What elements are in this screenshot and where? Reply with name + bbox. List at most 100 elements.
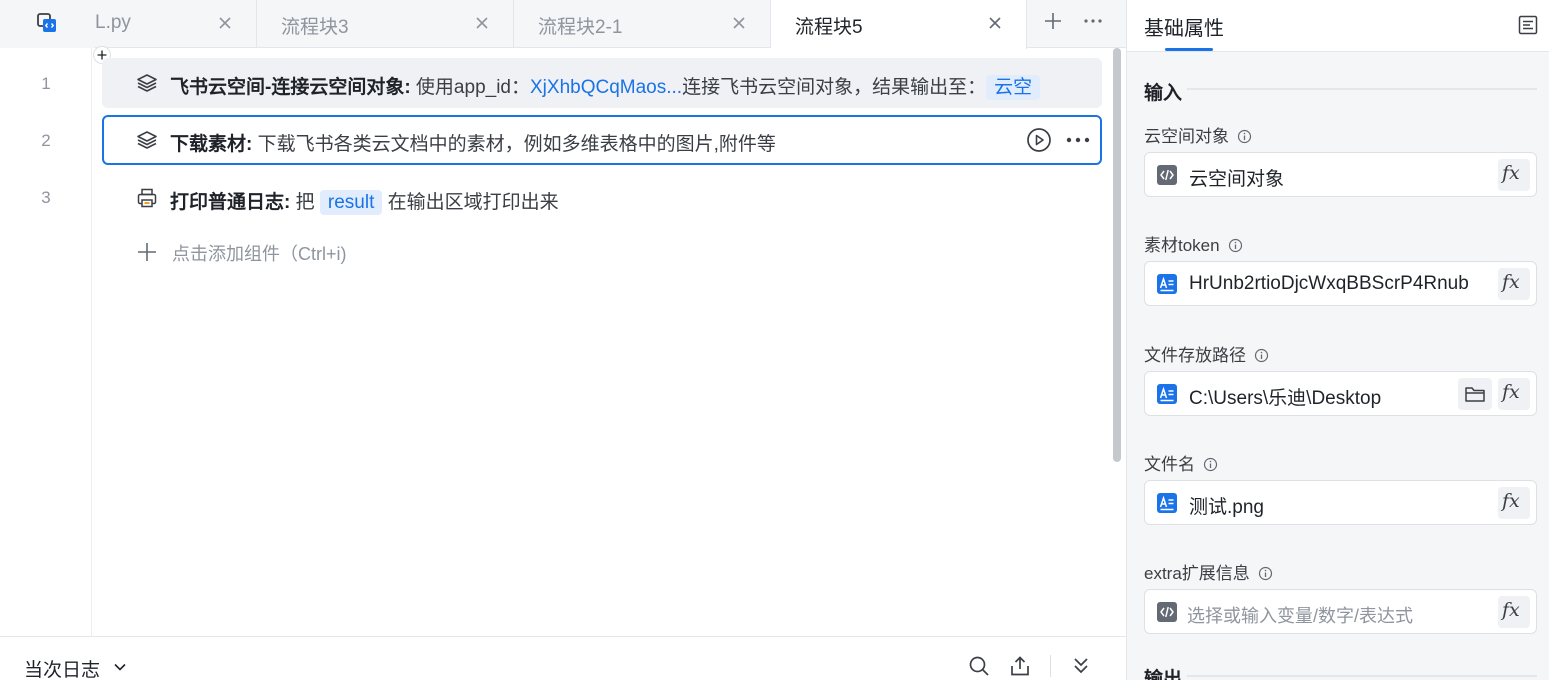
step-description: 打印普通日志: 把 result 在输出区域打印出来: [170, 187, 559, 215]
tab-flow-2-1[interactable]: 流程块2-1: [514, 0, 771, 48]
step-text: 使用app_id：: [410, 77, 530, 98]
tab-flow-5[interactable]: 流程块5: [771, 0, 1027, 49]
tab-label: L.py: [95, 12, 131, 33]
close-icon[interactable]: [986, 14, 1004, 32]
tab-bar-leading: [0, 0, 95, 48]
field-value: HrUnb2rtioDjcWxqBBScrP4Rnub: [1189, 273, 1469, 294]
tab-label: 流程块2-1: [538, 17, 623, 38]
prop-label-cloud-object: 云空间对象: [1144, 122, 1252, 147]
fx-button[interactable]: fx: [1498, 596, 1530, 628]
flow-file-icon[interactable]: [36, 12, 58, 34]
app-window: L.py 流程块3 流程块2-1 流程块5 1 2 3 飞书云空间-连接云空间对…: [0, 0, 1549, 680]
line-number: 2: [41, 131, 51, 150]
prop-label-material-token: 素材token: [1144, 231, 1243, 256]
prop-label-extra-info: extra扩展信息: [1144, 559, 1273, 584]
prop-label-text: 文件存放路径: [1144, 346, 1246, 365]
plus-icon: [138, 243, 156, 261]
tab-l-py[interactable]: L.py: [95, 0, 257, 48]
result-variable-chip[interactable]: result: [319, 190, 383, 215]
folder-icon: [1465, 387, 1485, 402]
output-section-title: 输出: [1144, 669, 1183, 680]
line-number: 3: [41, 188, 51, 207]
line-number: 1: [41, 74, 51, 93]
prop-label-text: extra扩展信息: [1144, 564, 1250, 583]
step-title: 打印普通日志:: [170, 192, 291, 213]
export-icon[interactable]: [1009, 655, 1031, 677]
file-name-field[interactable]: 测试.png fx: [1144, 480, 1537, 525]
step-title: 飞书云空间-连接云空间对象:: [170, 77, 411, 98]
panel-title[interactable]: 基础属性: [1144, 12, 1224, 41]
code-icon: [1157, 602, 1177, 622]
fx-button[interactable]: fx: [1498, 487, 1530, 519]
collapse-down-icon[interactable]: [1070, 655, 1092, 677]
close-icon[interactable]: [730, 14, 748, 32]
fx-icon: fx: [1502, 271, 1520, 293]
add-component-label: 点击添加组件（Ctrl+i): [172, 244, 347, 264]
extra-info-field[interactable]: 选择或输入变量/数字/表达式 fx: [1144, 589, 1537, 634]
tab-bar: L.py 流程块3 流程块2-1 流程块5: [0, 0, 1126, 49]
add-tab-icon[interactable]: [1042, 10, 1064, 32]
fx-icon: fx: [1502, 381, 1520, 403]
field-placeholder: 选择或输入变量/数字/表达式: [1187, 606, 1414, 626]
text-icon: [1157, 384, 1177, 404]
more-tabs-icon[interactable]: [1082, 10, 1104, 32]
step-description: 下载素材: 下载飞书各类云文档中的素材，例如多维表格中的图片,附件等: [170, 129, 776, 156]
step-text: 连接飞书云空间对象，结果输出至：: [682, 77, 987, 98]
log-bar: 当次日志: [0, 636, 1126, 680]
save-path-field[interactable]: C:\Users\乐迪\Desktop fx: [1144, 371, 1537, 416]
tab-label: 流程块5: [795, 17, 863, 38]
editor-area: L.py 流程块3 流程块2-1 流程块5 1 2 3 飞书云空间-连接云空间对…: [0, 0, 1126, 680]
text-icon: [1157, 493, 1177, 513]
separator: [1050, 655, 1051, 677]
log-title[interactable]: 当次日志: [24, 655, 100, 680]
line-gutter: 1 2 3: [0, 48, 92, 636]
info-icon[interactable]: [1228, 238, 1243, 253]
info-icon[interactable]: [1203, 457, 1218, 472]
output-variable-chip[interactable]: 云空: [986, 75, 1041, 100]
tab-flow-3[interactable]: 流程块3: [257, 0, 514, 48]
flow-step-connect-cloud[interactable]: 飞书云空间-连接云空间对象: 使用app_id：XjXhbQCqMaos...连…: [102, 58, 1102, 108]
prop-label-save-path: 文件存放路径: [1144, 341, 1269, 366]
play-icon[interactable]: [1026, 127, 1052, 153]
step-title: 下载素材:: [170, 134, 253, 155]
fx-button[interactable]: fx: [1498, 268, 1530, 300]
field-value: 测试.png: [1189, 497, 1264, 518]
more-icon[interactable]: [1064, 127, 1092, 153]
close-icon[interactable]: [473, 14, 491, 32]
prop-label-text: 素材token: [1144, 236, 1220, 255]
layers-icon: [137, 74, 157, 92]
panel-toggle-icon[interactable]: [1517, 14, 1539, 36]
flow-step-download-material[interactable]: 下载素材: 下载飞书各类云文档中的素材，例如多维表格中的图片,附件等: [102, 115, 1102, 165]
field-value: C:\Users\乐迪\Desktop: [1189, 388, 1382, 409]
properties-panel: 基础属性 输入 云空间对象 云空间对象 fx 素材token HrUnb2rti…: [1127, 0, 1549, 680]
printer-icon: [137, 188, 157, 208]
close-icon[interactable]: [216, 14, 234, 32]
browse-folder-button[interactable]: [1458, 378, 1492, 410]
material-token-field[interactable]: HrUnb2rtioDjcWxqBBScrP4Rnub fx: [1144, 261, 1537, 306]
active-tab-indicator: [1165, 48, 1213, 51]
prop-label-file-name: 文件名: [1144, 450, 1218, 475]
layers-icon: [137, 131, 157, 149]
flow-step-print-log[interactable]: 打印普通日志: 把 result 在输出区域打印出来: [102, 173, 1102, 223]
fx-icon: fx: [1502, 490, 1520, 512]
tab-label: 流程块3: [281, 17, 349, 38]
fx-button[interactable]: fx: [1498, 159, 1530, 191]
info-icon[interactable]: [1237, 129, 1252, 144]
info-icon[interactable]: [1258, 566, 1273, 581]
fx-icon: fx: [1502, 599, 1520, 621]
step-description: 飞书云空间-连接云空间对象: 使用app_id：XjXhbQCqMaos...连…: [170, 70, 1052, 100]
fx-button[interactable]: fx: [1498, 378, 1530, 410]
search-icon[interactable]: [968, 655, 990, 677]
step-text: 下载飞书各类云文档中的素材，例如多维表格中的图片,附件等: [252, 134, 776, 155]
step-text: 在输出区域打印出来: [387, 192, 559, 213]
chevron-down-icon[interactable]: [112, 659, 128, 675]
info-icon[interactable]: [1254, 348, 1269, 363]
section-divider: [1187, 88, 1537, 90]
text-icon: [1157, 274, 1177, 294]
field-value: 云空间对象: [1189, 169, 1285, 190]
input-section-title: 输入: [1144, 83, 1183, 104]
panel-header: 基础属性: [1127, 0, 1549, 52]
app-id-link[interactable]: XjXhbQCqMaos...: [530, 77, 682, 98]
editor-scrollbar[interactable]: [1113, 48, 1121, 462]
cloud-object-field[interactable]: 云空间对象 fx: [1144, 152, 1537, 197]
